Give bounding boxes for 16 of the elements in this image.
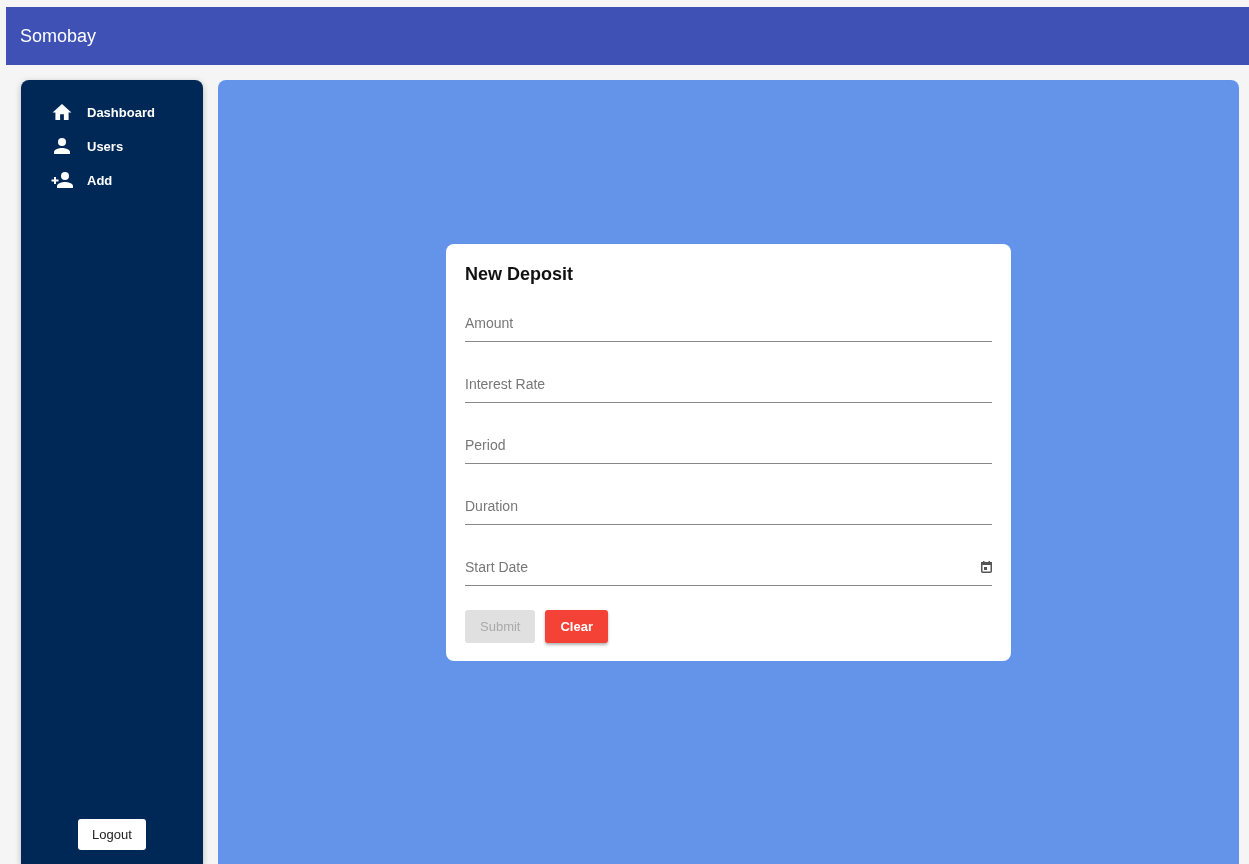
input-field[interactable]: Duration xyxy=(465,487,992,524)
home-icon xyxy=(51,104,73,120)
nav-item[interactable]: Users xyxy=(51,135,203,157)
add-person-icon xyxy=(51,172,73,188)
clear-button[interactable]: Clear xyxy=(545,609,608,643)
form-title: New Deposit xyxy=(465,263,575,285)
nav-item[interactable]: Dashboard xyxy=(51,101,203,123)
input-field[interactable]: Interest Rate xyxy=(465,365,992,402)
input-field[interactable]: Amount xyxy=(465,304,992,341)
logout-button[interactable]: Logout xyxy=(78,819,146,850)
calendar-icon xyxy=(981,560,992,573)
app-title: Somobay xyxy=(20,25,97,47)
input-field[interactable]: Period xyxy=(465,426,992,463)
person-icon xyxy=(51,138,73,154)
nav-item[interactable]: Add xyxy=(51,169,203,191)
date-field[interactable]: Start Date xyxy=(465,548,981,585)
